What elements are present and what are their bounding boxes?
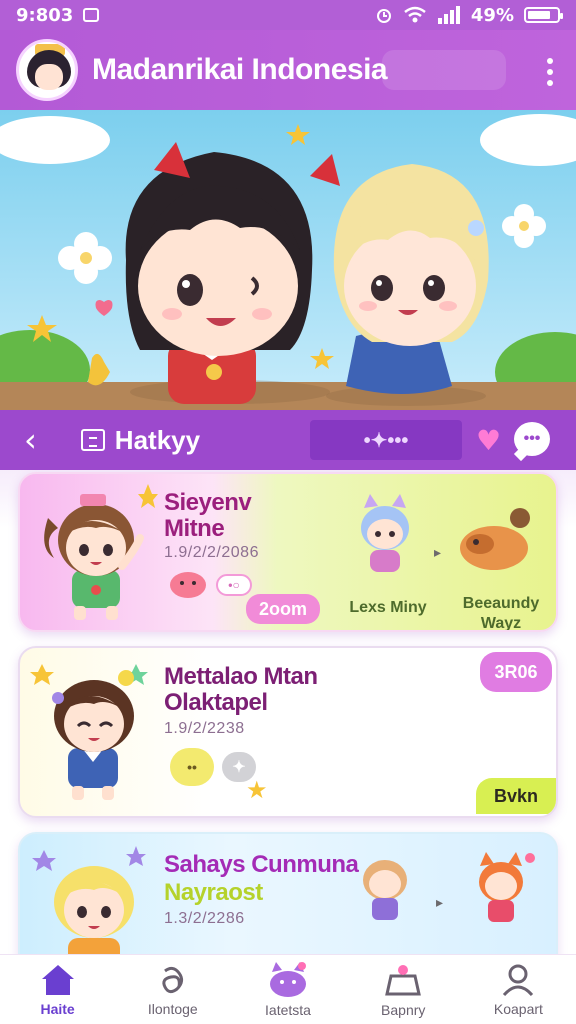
card-title-line2: Nayraost (164, 879, 263, 906)
card-item-label: Lexs Miny (349, 599, 427, 616)
nav-item-label: Ilontoge (147, 1000, 198, 1017)
card-badge[interactable]: 3R06 (480, 652, 552, 692)
list-item[interactable]: Sahays Cunmuna Nayraost 1.3/2/2286 ▸ (18, 832, 558, 954)
card-action-pill[interactable]: 2oom (246, 594, 320, 624)
nav-item-home[interactable]: Haite (0, 955, 115, 1024)
character-illustration (44, 484, 158, 620)
chevron-right-icon[interactable]: ▸ (434, 544, 441, 561)
sticker-icon (170, 572, 206, 598)
avatar[interactable] (16, 39, 78, 101)
section-tab-label[interactable]: Hatkyy (115, 425, 200, 456)
list-item[interactable]: Sieyenv Mitne 1.9/2/2/2086 •○ 2oom Lexs … (18, 472, 558, 632)
star-icon: ★ (246, 776, 268, 804)
page-title: Madanrikai Indonesia (92, 53, 388, 86)
feed-list: Sieyenv Mitne 1.9/2/2/2086 •○ 2oom Lexs … (0, 470, 576, 954)
fox-character-icon (479, 852, 535, 922)
card-title-line1: Sahays Cunmuna (164, 851, 359, 878)
chibi-character-icon (363, 860, 407, 920)
character-illustration (30, 664, 148, 800)
app-header: Madanrikai Indonesia (0, 30, 576, 110)
more-options-icon[interactable] (544, 58, 556, 86)
more-icon[interactable]: •○ (216, 574, 252, 596)
notification-icon (83, 8, 100, 22)
chevron-right-icon[interactable]: ▸ (436, 894, 443, 911)
signal-icon (437, 6, 460, 24)
nav-item-label: Bapnry (381, 1001, 426, 1018)
cat-icon (270, 961, 306, 997)
nav-item-label: Haite (40, 1000, 75, 1017)
chat-icon[interactable]: ••• (514, 422, 550, 456)
wifi-icon (404, 6, 426, 23)
heart-icon[interactable]: ♥ (476, 424, 501, 457)
home-icon (41, 964, 74, 995)
calendar-icon (80, 429, 105, 451)
sticker-icon[interactable]: •• (170, 748, 214, 786)
chevron-left-icon[interactable]: ‹ (24, 424, 37, 456)
battery-icon (524, 7, 563, 23)
card-title-line2: Olaktapel (164, 689, 268, 716)
hero-banner[interactable] (0, 110, 576, 410)
header-search-area[interactable] (382, 50, 506, 90)
nav-item-gift[interactable]: Bapnry (346, 955, 461, 1024)
capybara-icon (460, 508, 530, 570)
nav-item-label: Iatetsta (265, 1001, 311, 1018)
list-item[interactable]: Mettalao Mtan Olaktapel 1.9/2/2238 •• ✦ … (18, 646, 558, 818)
nav-item-profile[interactable]: Koapart (461, 955, 576, 1024)
alarm-icon (376, 9, 391, 23)
card-date: 1.3/2/2286 (164, 910, 245, 927)
section-selector[interactable]: •✦••• (310, 420, 462, 460)
bottom-nav: Haite Ilontoge Iatetsta Bapnry Koapart (0, 954, 576, 1024)
nav-item-explore[interactable]: Ilontoge (115, 955, 230, 1024)
section-nav-strip: ‹ Hatkyy •✦••• ♥ ••• (0, 410, 576, 470)
card-title-line2: Mitne (164, 515, 225, 542)
cat-character-icon (361, 494, 409, 572)
status-bar: 9:803 49% (0, 0, 576, 30)
card-item-label: Beeaundy Wayz (462, 595, 540, 632)
clock: 9:803 (16, 4, 74, 26)
character-illustration (32, 846, 146, 954)
card-date: 1.9/2/2/2086 (164, 544, 259, 561)
gift-icon (385, 964, 422, 995)
card-date: 1.9/2/2238 (164, 720, 245, 737)
nav-item-latest[interactable]: Iatetsta (230, 955, 345, 1024)
card-action-pill[interactable]: Bvkn (476, 778, 556, 814)
banner-illustration (0, 110, 576, 410)
loop-icon (162, 966, 183, 993)
profile-icon (503, 964, 534, 996)
nav-item-label: Koapart (493, 1000, 543, 1017)
battery-percent: 49% (470, 4, 514, 26)
